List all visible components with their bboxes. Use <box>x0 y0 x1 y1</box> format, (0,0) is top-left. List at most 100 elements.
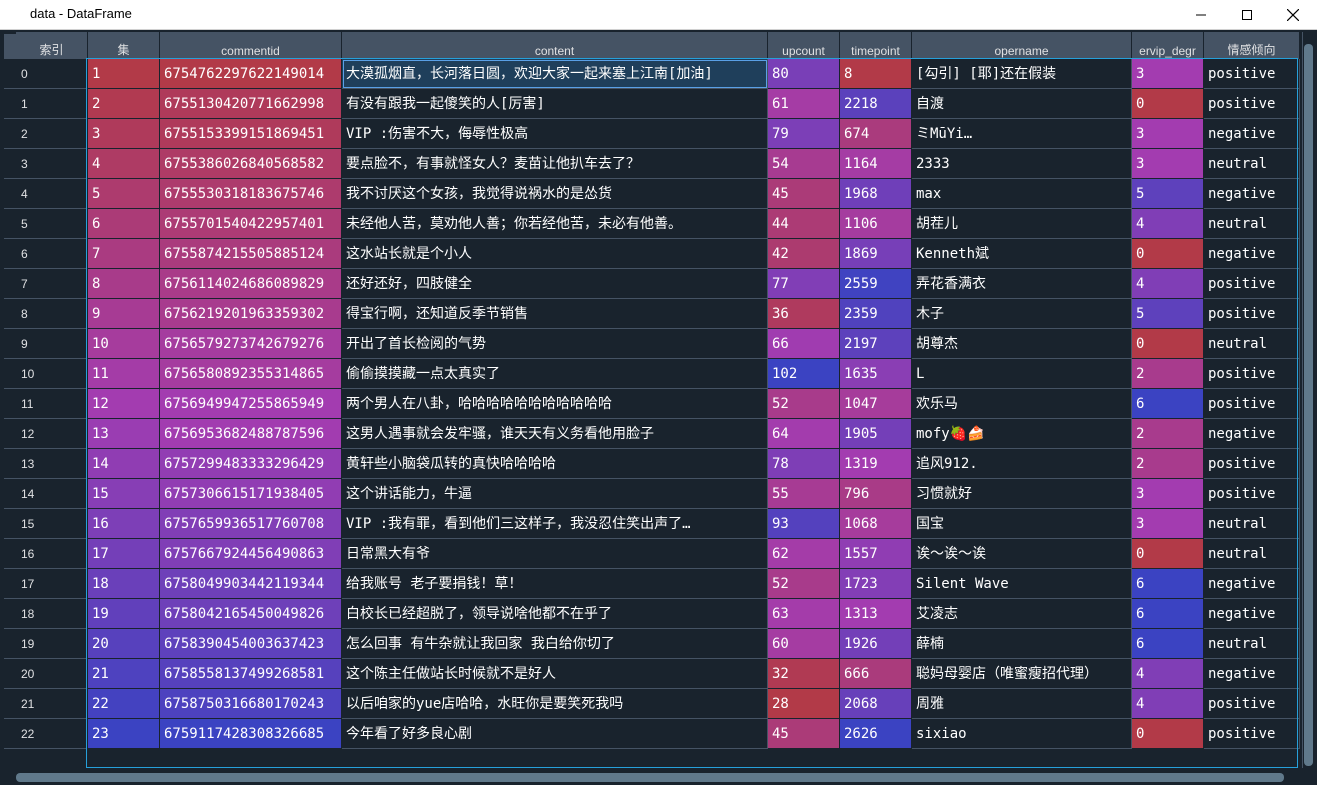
commentid-cell[interactable]: 6757659936517760708 <box>160 509 342 539</box>
sentiment-cell[interactable]: positive <box>1204 269 1300 299</box>
sentiment-cell[interactable]: positive <box>1204 359 1300 389</box>
content-cell[interactable]: VIP :我有罪，看到他们三这样子，我没忍住笑出声了… <box>342 509 768 539</box>
row-index[interactable]: 17 <box>16 569 86 599</box>
upcount-cell[interactable]: 93 <box>768 509 840 539</box>
row-index[interactable]: 2 <box>16 119 86 149</box>
timepoint-cell[interactable]: 1106 <box>840 209 912 239</box>
ji-cell[interactable]: 21 <box>88 659 160 689</box>
sentiment-cell[interactable]: neutral <box>1204 509 1300 539</box>
ervip-cell[interactable]: 3 <box>1132 119 1204 149</box>
sentiment-cell[interactable]: neutral <box>1204 629 1300 659</box>
ji-cell[interactable]: 11 <box>88 359 160 389</box>
ervip-cell[interactable]: 3 <box>1132 149 1204 179</box>
ervip-cell[interactable]: 4 <box>1132 659 1204 689</box>
row-index[interactable]: 1 <box>16 89 86 119</box>
ji-cell[interactable]: 7 <box>88 239 160 269</box>
upcount-cell[interactable]: 45 <box>768 179 840 209</box>
opername-cell[interactable]: 薛楠 <box>912 629 1132 659</box>
content-cell[interactable]: 这个陈主任做站长时候就不是好人 <box>342 659 768 689</box>
content-cell[interactable]: 给我账号 老子要捐钱！草！ <box>342 569 768 599</box>
timepoint-cell[interactable]: 2218 <box>840 89 912 119</box>
ervip-cell[interactable]: 6 <box>1132 629 1204 659</box>
row-index[interactable]: 18 <box>16 599 86 629</box>
commentid-cell[interactable]: 6755130420771662998 <box>160 89 342 119</box>
commentid-cell[interactable]: 6759117428308326685 <box>160 719 342 749</box>
ervip-cell[interactable]: 5 <box>1132 299 1204 329</box>
timepoint-cell[interactable]: 1068 <box>840 509 912 539</box>
opername-cell[interactable]: 诶～诶～诶 <box>912 539 1132 569</box>
commentid-cell[interactable]: 6754762297622149014 <box>160 59 342 89</box>
upcount-cell[interactable]: 78 <box>768 449 840 479</box>
sentiment-cell[interactable]: negative <box>1204 419 1300 449</box>
commentid-cell[interactable]: 6756219201963359302 <box>160 299 342 329</box>
content-cell[interactable]: 这个讲话能力，牛逼 <box>342 479 768 509</box>
row-index[interactable]: 5 <box>16 209 86 239</box>
sentiment-cell[interactable]: neutral <box>1204 539 1300 569</box>
ervip-cell[interactable]: 6 <box>1132 599 1204 629</box>
upcount-cell[interactable]: 66 <box>768 329 840 359</box>
opername-cell[interactable]: 胡尊杰 <box>912 329 1132 359</box>
commentid-cell[interactable]: 6758558137499268581 <box>160 659 342 689</box>
upcount-cell[interactable]: 61 <box>768 89 840 119</box>
row-index[interactable]: 14 <box>16 479 86 509</box>
timepoint-cell[interactable]: 2626 <box>840 719 912 749</box>
sentiment-cell[interactable]: positive <box>1204 449 1300 479</box>
sentiment-cell[interactable]: positive <box>1204 299 1300 329</box>
opername-cell[interactable]: 自渡 <box>912 89 1132 119</box>
opername-cell[interactable]: mofy🍓🍰 <box>912 419 1132 449</box>
opername-cell[interactable]: Kenneth斌 <box>912 239 1132 269</box>
ervip-cell[interactable]: 0 <box>1132 329 1204 359</box>
row-index[interactable]: 0 <box>16 59 86 89</box>
sentiment-cell[interactable]: positive <box>1204 479 1300 509</box>
ervip-cell[interactable]: 4 <box>1132 209 1204 239</box>
row-index[interactable]: 20 <box>16 659 86 689</box>
ji-cell[interactable]: 9 <box>88 299 160 329</box>
sentiment-cell[interactable]: positive <box>1204 89 1300 119</box>
sentiment-header[interactable]: 情感倾向 <box>1204 32 1300 59</box>
timepoint-cell[interactable]: 666 <box>840 659 912 689</box>
ji-cell[interactable]: 15 <box>88 479 160 509</box>
opername-cell[interactable]: ミMūYi… <box>912 119 1132 149</box>
upcount-cell[interactable]: 36 <box>768 299 840 329</box>
opername-cell[interactable]: sixiao <box>912 719 1132 749</box>
ervip-cell[interactable]: 2 <box>1132 359 1204 389</box>
opername-cell[interactable]: 艾凌志 <box>912 599 1132 629</box>
upcount-cell[interactable]: 62 <box>768 539 840 569</box>
ji-cell[interactable]: 13 <box>88 419 160 449</box>
commentid-cell[interactable]: 6755386026840568582 <box>160 149 342 179</box>
ervip-cell[interactable]: 2 <box>1132 419 1204 449</box>
upcount-cell[interactable]: 63 <box>768 599 840 629</box>
ervip-cell[interactable]: 0 <box>1132 539 1204 569</box>
vertical-scrollbar-thumb[interactable] <box>1304 44 1313 766</box>
opername-cell[interactable]: 习惯就好 <box>912 479 1132 509</box>
opername-cell[interactable]: 木子 <box>912 299 1132 329</box>
opername-cell[interactable]: 追风912. <box>912 449 1132 479</box>
timepoint-cell[interactable]: 1319 <box>840 449 912 479</box>
upcount-cell[interactable]: 32 <box>768 659 840 689</box>
upcount-cell[interactable]: 77 <box>768 269 840 299</box>
opername-cell[interactable]: [勾引] [耶]还在假装 <box>912 59 1132 89</box>
commentid-cell[interactable]: 6758750316680170243 <box>160 689 342 719</box>
commentid-cell[interactable]: 6756949947255865949 <box>160 389 342 419</box>
ji-cell[interactable]: 2 <box>88 89 160 119</box>
ji-cell[interactable]: 22 <box>88 689 160 719</box>
sentiment-cell[interactable]: negative <box>1204 179 1300 209</box>
row-index[interactable]: 12 <box>16 419 86 449</box>
upcount-cell[interactable]: 102 <box>768 359 840 389</box>
row-index[interactable]: 6 <box>16 239 86 269</box>
ji-cell[interactable]: 5 <box>88 179 160 209</box>
timepoint-cell[interactable]: 1723 <box>840 569 912 599</box>
sentiment-cell[interactable]: negative <box>1204 569 1300 599</box>
ervip-header[interactable]: ervip_degr <box>1132 32 1204 59</box>
row-index[interactable]: 9 <box>16 329 86 359</box>
ervip-cell[interactable]: 6 <box>1132 569 1204 599</box>
sentiment-cell[interactable]: negative <box>1204 659 1300 689</box>
ervip-cell[interactable]: 0 <box>1132 239 1204 269</box>
content-cell[interactable]: 有没有跟我一起傻笑的人[厉害] <box>342 89 768 119</box>
content-cell[interactable]: 日常黑大有爷 <box>342 539 768 569</box>
upcount-cell[interactable]: 42 <box>768 239 840 269</box>
sentiment-cell[interactable]: negative <box>1204 239 1300 269</box>
commentid-cell[interactable]: 6755153399151869451 <box>160 119 342 149</box>
sentiment-cell[interactable]: positive <box>1204 689 1300 719</box>
ji-cell[interactable]: 20 <box>88 629 160 659</box>
